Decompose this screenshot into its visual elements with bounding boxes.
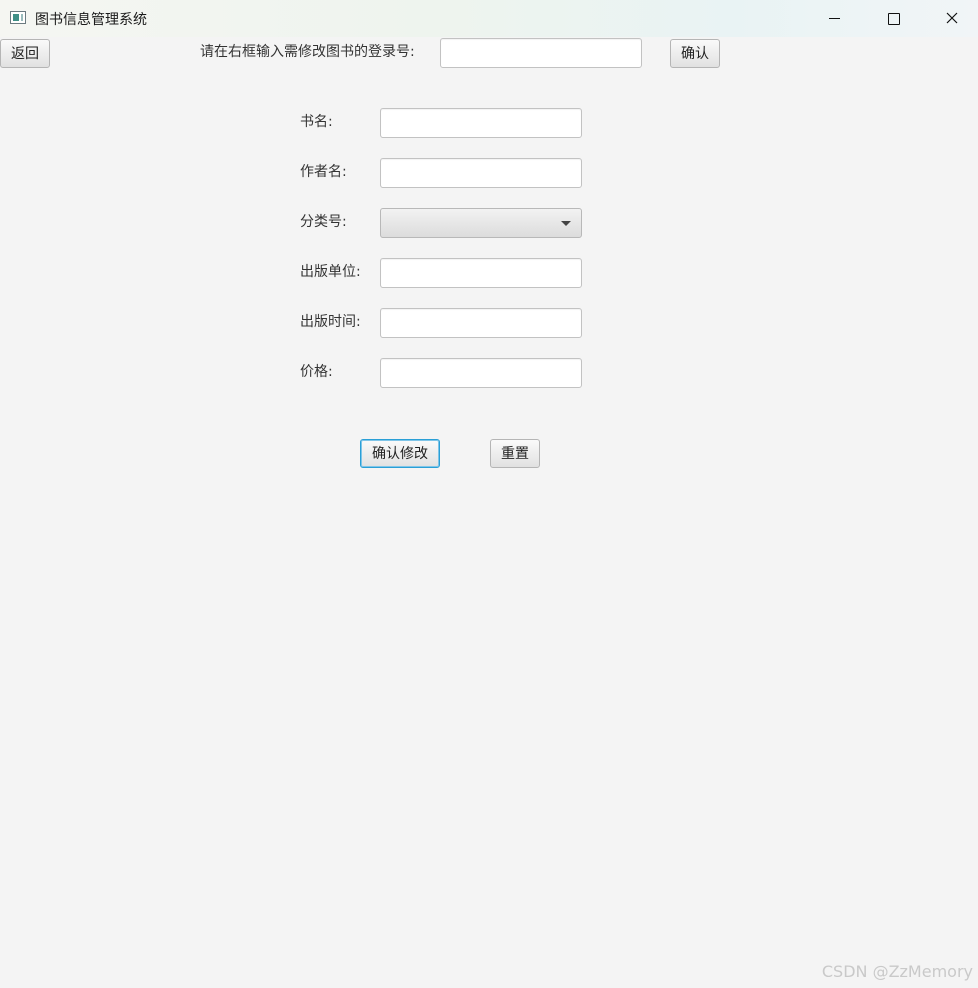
login-number-prompt: 请在右框输入需修改图书的登录号: — [200, 44, 415, 60]
app-window-icon — [10, 11, 26, 24]
confirm-edit-button[interactable]: 确认修改 — [360, 439, 440, 468]
publisher-label: 出版单位: — [300, 264, 361, 280]
reset-button[interactable]: 重置 — [490, 439, 540, 468]
window-title: 图书信息管理系统 — [35, 12, 147, 28]
title-bar: 图书信息管理系统 — [0, 0, 978, 37]
price-label: 价格: — [300, 364, 333, 380]
publish-date-input[interactable] — [380, 308, 582, 338]
publish-date-label: 出版时间: — [300, 314, 361, 330]
author-name-input[interactable] — [380, 158, 582, 188]
confirm-button[interactable]: 确认 — [670, 39, 720, 68]
close-icon[interactable] — [923, 0, 978, 37]
book-name-label: 书名: — [300, 114, 333, 130]
back-button[interactable]: 返回 — [0, 39, 50, 68]
app-window: 图书信息管理系统 返回 请在右框输入需修改图书的登录号: 确认 书名: 作者名:… — [0, 0, 978, 988]
category-dropdown[interactable] — [380, 208, 582, 238]
category-label: 分类号: — [300, 214, 347, 230]
author-name-label: 作者名: — [300, 164, 347, 180]
watermark: CSDN @ZzMemory — [821, 962, 973, 981]
login-number-input[interactable] — [440, 38, 642, 68]
maximize-icon[interactable] — [864, 0, 922, 37]
chevron-down-icon — [561, 221, 571, 226]
publisher-input[interactable] — [380, 258, 582, 288]
book-name-input[interactable] — [380, 108, 582, 138]
price-input[interactable] — [380, 358, 582, 388]
minimize-icon[interactable] — [805, 0, 863, 37]
